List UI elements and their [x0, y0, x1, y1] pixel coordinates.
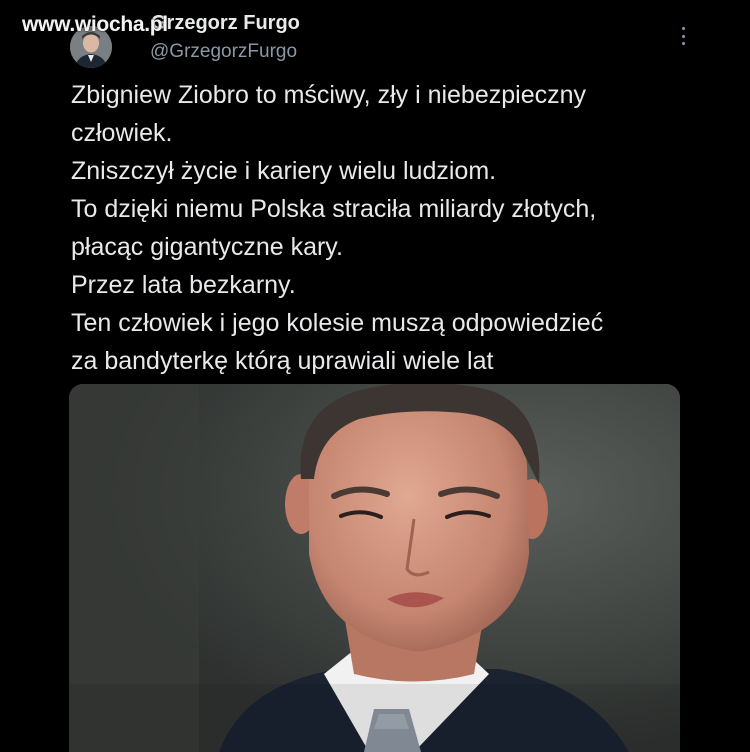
- tweet-text-line: To dzięki niemu Polska straciła miliardy…: [71, 195, 597, 223]
- more-vertical-icon[interactable]: [676, 25, 690, 47]
- tweet-text-line: Zbigniew Ziobro to mściwy, zły i niebezp…: [71, 81, 587, 109]
- tweet-text-line: Zniszczył życie i kariery wielu ludziom.: [71, 157, 497, 185]
- tweet-photo[interactable]: [69, 384, 680, 752]
- tweet-text-line: Ten człowiek i jego kolesie muszą odpowi…: [71, 309, 604, 337]
- tweet-text-line: Przez lata bezkarny.: [71, 271, 296, 299]
- tweet-text-line: za bandyterkę którą uprawiali wiele lat: [71, 347, 494, 375]
- tweet-text-line: człowiek.: [71, 119, 173, 147]
- author-display-name[interactable]: Grzegorz Furgo: [151, 12, 300, 35]
- watermark: www.wiocha.pl: [22, 13, 168, 36]
- tweet-text-line: płacąc gigantyczne kary.: [71, 233, 343, 261]
- author-handle[interactable]: @GrzegorzFurgo: [150, 41, 297, 63]
- portrait-photo: [69, 384, 680, 752]
- tweet-text: Zbigniew Ziobro to mściwy, zły i niebezp…: [71, 76, 711, 380]
